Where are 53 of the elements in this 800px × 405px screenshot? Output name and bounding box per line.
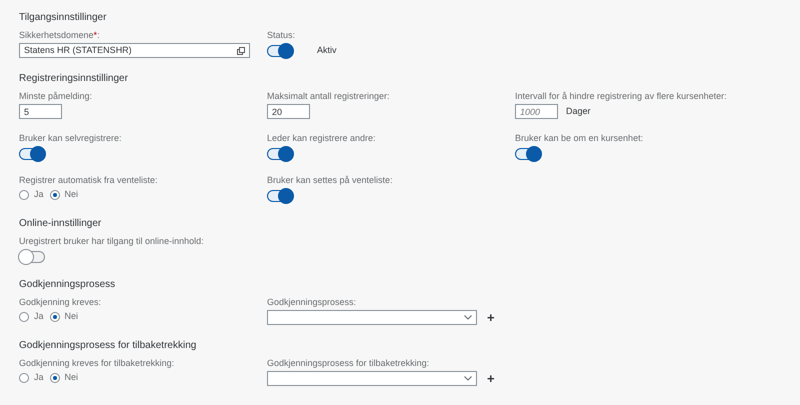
chevron-down-icon [464, 315, 472, 320]
field-label: Sikkerhetsdomene [19, 29, 94, 41]
field-label: Godkjenning kreves for tilbaketrekking: [19, 357, 174, 369]
toggle-switch[interactable] [267, 45, 293, 57]
field-label: Minste påmelding: [19, 90, 92, 102]
label-colon: : [97, 29, 100, 41]
dropdown-field[interactable] [267, 371, 477, 386]
toggle-switch[interactable] [515, 148, 541, 160]
radio-button[interactable] [50, 373, 60, 383]
field-label: Intervall for å hindre registrering av flere kursenheter: [515, 90, 727, 102]
radio-button[interactable] [50, 190, 60, 200]
field-label: Godkjenningsprosess: [267, 296, 356, 308]
radio-button[interactable] [19, 190, 29, 200]
radio-button[interactable] [19, 373, 29, 383]
radio-label: Nei [64, 371, 78, 384]
radio-label: Ja [34, 310, 44, 324]
radio-label: Ja [34, 371, 44, 384]
status-text: Aktiv [317, 44, 337, 58]
number-field[interactable]: 20 [267, 104, 310, 119]
field-label: Bruker kan be om en kursenhet: [515, 132, 644, 144]
radio-label: Ja [34, 188, 44, 202]
section-heading: Registreringsinnstillinger [19, 72, 129, 85]
toggle-switch[interactable] [19, 251, 45, 263]
add-button[interactable]: + [487, 311, 495, 324]
section-heading: Godkjenningsprosess [19, 278, 116, 291]
number-field[interactable]: 5 [19, 104, 62, 119]
radio-button[interactable] [19, 312, 29, 322]
toggle-switch[interactable] [267, 148, 293, 160]
chevron-down-icon [464, 376, 472, 381]
copy-icon[interactable] [237, 46, 245, 54]
section-heading: Online-innstillinger [19, 217, 102, 230]
toggle-switch[interactable] [19, 148, 45, 160]
lookup-field[interactable]: Statens HR (STATENSHR) [19, 43, 250, 58]
dropdown-field[interactable] [267, 310, 477, 325]
unit-label: Dager [566, 104, 591, 118]
radio-label: Nei [64, 310, 78, 324]
toggle-switch[interactable] [267, 190, 293, 202]
number-field[interactable]: 1000 [515, 104, 558, 119]
field-label: Registrer automatisk fra venteliste: [19, 174, 158, 186]
radio-label: Nei [64, 188, 78, 202]
field-label: Status: [267, 29, 296, 41]
section-heading: Godkjenningsprosess for tilbaketrekking [19, 339, 198, 352]
section-heading: Tilgangsinnstillinger [19, 11, 108, 24]
field-label: Godkjenningsprosess for tilbaketrekking: [267, 357, 430, 369]
field-label: Uregistrert bruker har tilgang til online-innhold: [19, 235, 204, 247]
field-label: Bruker kan selvregistrere: [19, 132, 122, 144]
required-mark: * [94, 29, 98, 41]
field-label: Maksimalt antall registreringer: [267, 90, 390, 102]
add-button[interactable]: + [487, 372, 495, 385]
field-label: Leder kan registrere andre: [267, 132, 376, 144]
radio-button[interactable] [50, 312, 60, 322]
field-label: Godkjenning kreves: [19, 296, 102, 308]
field-label: Bruker kan settes på venteliste: [267, 174, 393, 186]
